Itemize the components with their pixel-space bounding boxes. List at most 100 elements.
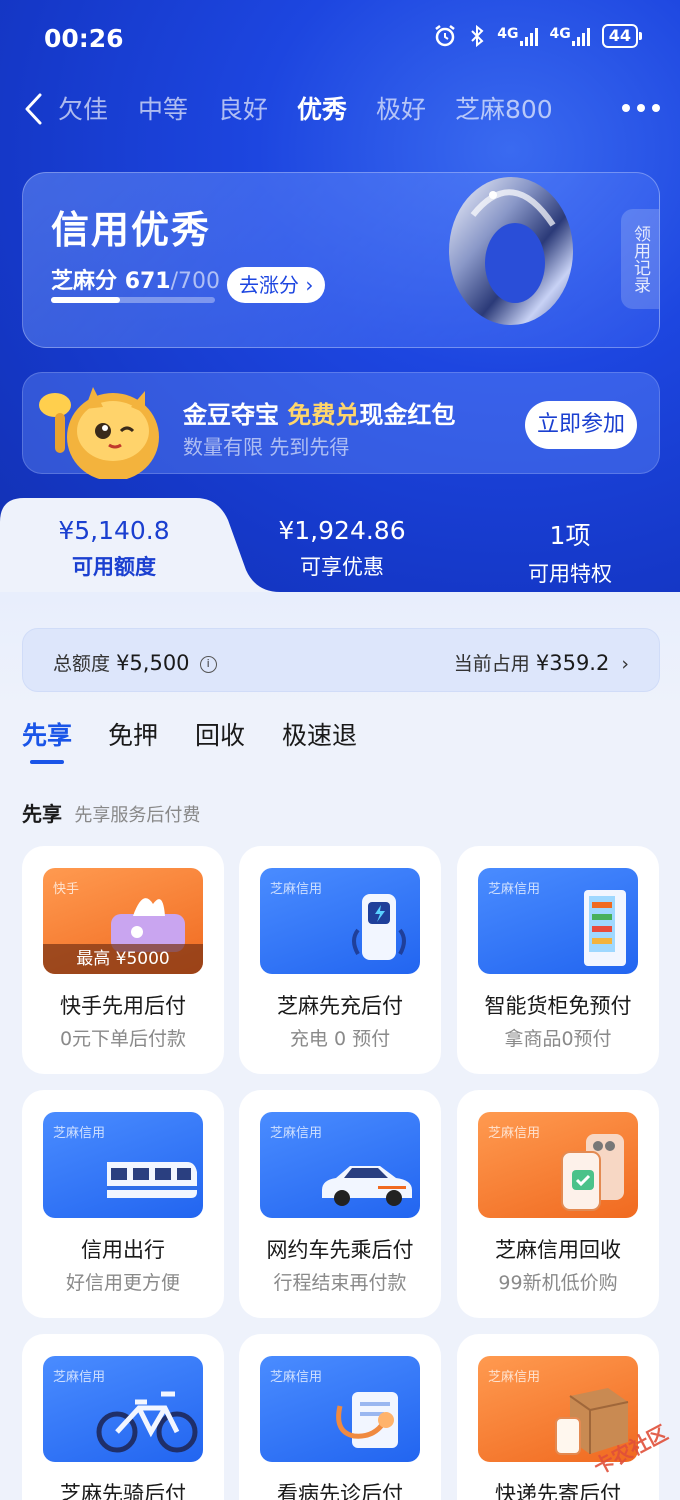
service-card-recycle[interactable]: 芝麻信用 芝麻信用回收 99新机低价购 [457,1090,659,1318]
summary-available-credit[interactable]: ¥5,140.8 可用额度 [14,516,214,581]
card-image: 芝麻信用 [260,868,420,974]
card-image: 芝麻信用 [43,1356,203,1462]
network-type-2: 4G [549,26,571,42]
back-arrow-icon[interactable] [22,92,46,126]
stethoscope-icon [336,1392,398,1448]
boost-score-button[interactable]: 去涨分 › [227,267,326,303]
silver-sesame-logo-icon [449,177,573,325]
card-tag: 芝麻信用 [488,1370,541,1385]
score-max: /700 [170,269,221,294]
car-icon [322,1166,412,1206]
tab-fast-refund[interactable]: 极速退 [282,716,357,752]
used-quota[interactable]: 当前占用 ¥359.2 › [454,649,629,676]
card-image: 芝麻信用 [260,1356,420,1462]
more-menu-icon[interactable] [622,104,660,112]
promo-subtitle: 数量有限 先到先得 [183,435,350,459]
card-tag: 芝麻信用 [270,1126,323,1141]
card-tag: 芝麻信用 [53,1126,106,1141]
service-card-kuaishou[interactable]: 快手 最高 ¥5000 快手先用后付 0元下单后付款 [22,846,224,1074]
card-desc: 行程结束再付款 [273,1272,407,1294]
service-card-ride-hailing[interactable]: 芝麻信用 网约车先乘后付 行程结束再付款 [239,1090,441,1318]
privileges-label: 可用特权 [528,562,612,586]
status-icons: 4G 4G 44 [433,24,643,48]
discounts-value: ¥1,924.86 [278,516,406,545]
service-card-bike[interactable]: 芝麻信用 芝麻先骑后付 [22,1334,224,1500]
summary-discounts[interactable]: ¥1,924.86 可享优惠 [242,516,442,581]
info-icon[interactable]: i [199,656,217,673]
tab-deposit-free[interactable]: 免押 [108,716,158,752]
phone-icon [561,1134,624,1211]
card-image: 芝麻信用 [478,868,638,974]
chevron-right-icon: › [621,653,629,675]
level-tab-superb[interactable]: 极好 [376,90,426,126]
card-name: 信用出行 [81,1238,165,1262]
card-tag: 芝麻信用 [270,1370,323,1385]
card-badge: 最高 ¥5000 [43,944,203,974]
credit-score-card: 信用优秀 芝麻分 671/700 去涨分 › 领用记录 [22,172,660,348]
credit-level-title: 信用优秀 [51,208,212,252]
tab-pay-later[interactable]: 先享 [22,716,72,752]
section-subtitle: 先享服务后付费 [74,805,201,826]
card-image: 芝麻信用 [478,1112,638,1218]
battery-indicator: 44 [601,24,643,48]
card-image: 快手 最高 ¥5000 [43,868,203,974]
service-card-vending[interactable]: 芝麻信用 智能货柜免预付 拿商品0预付 [457,846,659,1074]
available-credit-label: 可用额度 [72,555,156,579]
alarm-icon [435,25,456,47]
score-label: 芝麻分 [51,269,118,294]
level-tab-medium[interactable]: 中等 [138,90,188,126]
privileges-value: 1项 [549,521,591,550]
card-tag: 芝麻信用 [270,882,323,897]
level-tab-poor[interactable]: 欠佳 [58,90,108,126]
card-tag: 芝麻信用 [488,1126,541,1141]
summary-privileges[interactable]: 1项 可用特权 [470,516,670,588]
card-name: 网约车先乘后付 [266,1238,414,1262]
signal-1: 4G [497,26,538,46]
service-card-travel[interactable]: 芝麻信用 信用出行 好信用更方便 [22,1090,224,1318]
card-image: 芝麻信用 [260,1112,420,1218]
card-desc: 0元下单后付款 [59,1028,187,1050]
signal-2: 4G [550,26,590,46]
bluetooth-icon [471,24,484,48]
vending-icon [584,890,626,966]
credit-level-nav: 欠佳 中等 良好 优秀 极好 芝麻800 [0,86,680,132]
card-name: 芝麻信用回收 [495,1238,621,1262]
gold-bean-promo-banner[interactable]: 金豆夺宝 免费兑现金红包 数量有限 先到先得 立即参加 [22,372,660,479]
level-tab-good[interactable]: 良好 [218,90,268,126]
score-line: 芝麻分 671/700 [51,263,220,295]
card-name: 快递先寄后付 [495,1482,621,1500]
promo-title: 金豆夺宝 免费兑现金红包 [183,401,456,429]
card-name: 芝麻先充后付 [277,994,403,1018]
card-tag: 快手 [53,882,80,897]
usage-record-tab[interactable]: 领用记录 [621,209,659,309]
service-card-charging[interactable]: 芝麻信用 芝麻先充后付 充电 0 预付 [239,846,441,1074]
level-tab-excellent[interactable]: 优秀 [297,90,347,126]
join-now-button[interactable]: 立即参加 [524,401,637,449]
total-quota-value: ¥5,500 [116,651,190,675]
tab-recycle[interactable]: 回收 [195,716,245,752]
card-name: 看病先诊后付 [277,1482,403,1500]
score-value: 671 [124,269,171,294]
card-tag: 芝麻信用 [488,882,541,897]
discounts-label: 可享优惠 [300,555,384,579]
card-desc: 拿商品0预付 [504,1028,612,1050]
charger-icon [352,894,406,960]
level-tab-800[interactable]: 芝麻800 [455,90,553,126]
section-title: 先享 [22,802,62,826]
network-type-1: 4G [497,26,519,42]
status-bar: 00:26 4G 4G 44 [0,0,680,80]
card-desc: 99新机低价购 [498,1272,618,1294]
card-name: 快手先用后付 [60,994,186,1018]
card-name: 芝麻先骑后付 [60,1482,186,1500]
forum-watermark: 卡农社区 [572,1404,672,1479]
used-quota-value: ¥359.2 [535,651,610,675]
status-time: 00:26 [44,24,124,53]
service-card-medical[interactable]: 芝麻信用 看病先诊后付 [239,1334,441,1500]
bike-icon [96,1391,198,1453]
card-name: 智能货柜免预付 [484,994,632,1018]
card-desc: 好信用更方便 [65,1272,180,1294]
available-credit-value: ¥5,140.8 [58,516,170,545]
card-image: 芝麻信用 [43,1112,203,1218]
section-header: 先享 先享服务后付费 [22,798,200,827]
quota-bar[interactable]: 总额度 ¥5,500 i 当前占用 ¥359.2 › [22,628,660,692]
